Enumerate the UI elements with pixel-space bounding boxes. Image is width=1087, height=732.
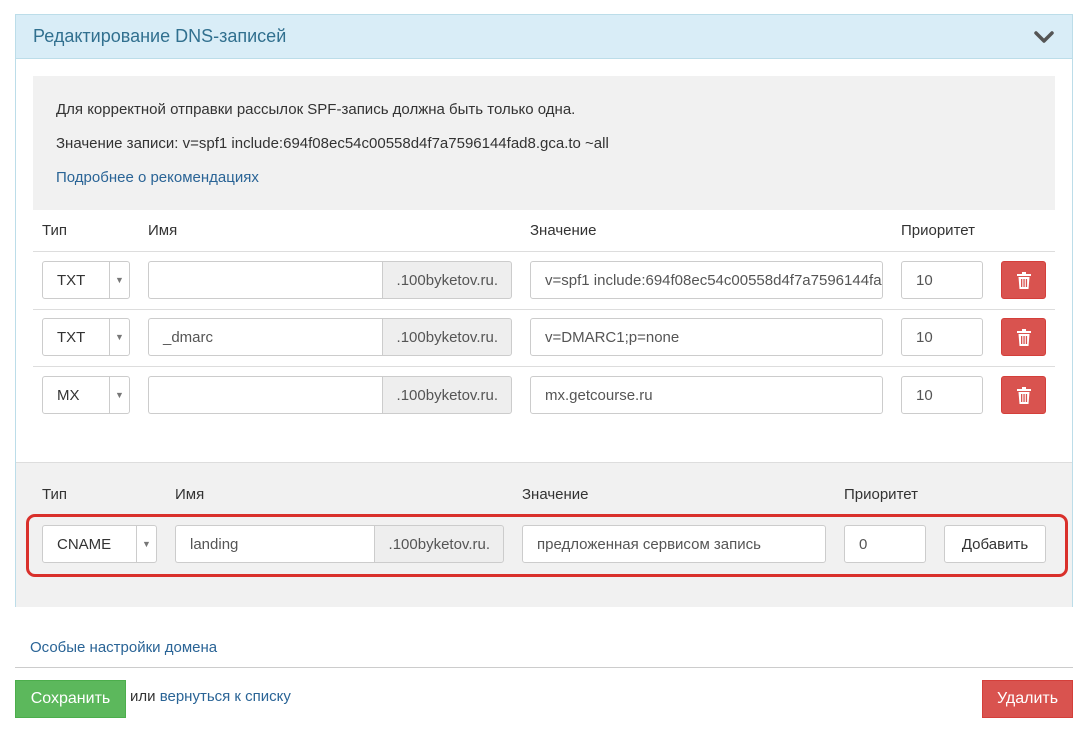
row-divider <box>33 366 1055 367</box>
new-record-type-value: CNAME <box>57 535 112 553</box>
record-type-select[interactable]: MX ▼ <box>42 376 130 414</box>
spf-info-box: Для корректной отправки рассылок SPF-зап… <box>33 76 1055 210</box>
caret-down-icon: ▼ <box>109 262 129 298</box>
delete-domain-button[interactable]: Удалить <box>982 680 1073 718</box>
record-name-input[interactable]: _dmarc <box>148 318 382 356</box>
trash-icon <box>1016 271 1031 289</box>
new-column-header-priority: Приоритет <box>844 486 918 503</box>
new-domain-suffix: .100byketov.ru. <box>373 525 504 563</box>
header-divider <box>33 251 1055 252</box>
caret-down-icon: ▼ <box>109 377 129 413</box>
domain-suffix: .100byketov.ru. <box>381 376 512 414</box>
column-header-name: Имя <box>148 222 178 239</box>
or-text: или вернуться к списку <box>130 688 291 705</box>
save-button[interactable]: Сохранить <box>15 680 126 718</box>
trash-icon <box>1016 328 1031 346</box>
spf-info-text: Для корректной отправки рассылок SPF-зап… <box>56 101 576 118</box>
new-column-header-type: Тип <box>42 486 68 503</box>
record-type-select[interactable]: TXT ▼ <box>42 318 130 356</box>
record-value-input[interactable]: v=spf1 include:694f08ec54c00558d4f7a7596… <box>530 261 883 299</box>
add-record-section: Тип Имя Значение Приоритет CNAME ▼ landi… <box>16 462 1072 607</box>
add-record-button[interactable]: Добавить <box>944 525 1046 563</box>
panel-title: Редактирование DNS-записей <box>33 26 287 46</box>
trash-icon <box>1016 386 1031 404</box>
new-column-header-name: Имя <box>175 486 205 503</box>
back-to-list-link[interactable]: вернуться к списку <box>160 688 291 705</box>
delete-record-button[interactable] <box>1001 376 1046 414</box>
new-record-type-select[interactable]: CNAME ▼ <box>42 525 157 563</box>
column-header-priority: Приоритет <box>901 222 975 239</box>
or-label: или <box>130 688 156 705</box>
record-type-value: MX <box>57 386 80 404</box>
footer-divider <box>15 667 1073 668</box>
dns-records-panel: Редактирование DNS-записей Для корректно… <box>15 14 1073 607</box>
caret-down-icon: ▼ <box>109 319 129 355</box>
new-record-name-input[interactable]: landing <box>175 525 374 563</box>
record-name-group: _dmarc .100byketov.ru. <box>148 318 512 356</box>
panel-heading[interactable]: Редактирование DNS-записей <box>16 15 1072 59</box>
record-priority-input[interactable]: 10 <box>901 376 983 414</box>
chevron-down-icon[interactable] <box>1034 30 1054 44</box>
record-type-select[interactable]: TXT ▼ <box>42 261 130 299</box>
record-type-value: TXT <box>57 328 86 346</box>
domain-suffix: .100byketov.ru. <box>381 318 512 356</box>
domain-suffix: .100byketov.ru. <box>381 261 512 299</box>
column-header-value: Значение <box>530 222 597 239</box>
new-record-priority-input[interactable]: 0 <box>844 525 926 563</box>
record-name-group: .100byketov.ru. <box>148 376 512 414</box>
record-priority-input[interactable]: 10 <box>901 318 983 356</box>
record-value-input[interactable]: v=DMARC1;p=none <box>530 318 883 356</box>
new-record-name-group: landing .100byketov.ru. <box>175 525 504 563</box>
recommendations-link[interactable]: Подробнее о рекомендациях <box>56 169 259 186</box>
record-priority-input[interactable]: 10 <box>901 261 983 299</box>
record-type-value: TXT <box>57 271 86 289</box>
new-column-header-value: Значение <box>522 486 589 503</box>
record-name-group: .100byketov.ru. <box>148 261 512 299</box>
column-header-type: Тип <box>42 222 68 239</box>
row-divider <box>33 309 1055 310</box>
caret-down-icon: ▼ <box>136 526 156 562</box>
record-name-input[interactable] <box>148 376 382 414</box>
delete-record-button[interactable] <box>1001 318 1046 356</box>
special-domain-settings-link[interactable]: Особые настройки домена <box>30 639 217 656</box>
record-value-input[interactable]: mx.getcourse.ru <box>530 376 883 414</box>
new-record-value-input[interactable]: предложенная сервисом запись <box>522 525 826 563</box>
spf-record-value-text: Значение записи: v=spf1 include:694f08ec… <box>56 135 609 152</box>
delete-record-button[interactable] <box>1001 261 1046 299</box>
record-name-input[interactable] <box>148 261 382 299</box>
